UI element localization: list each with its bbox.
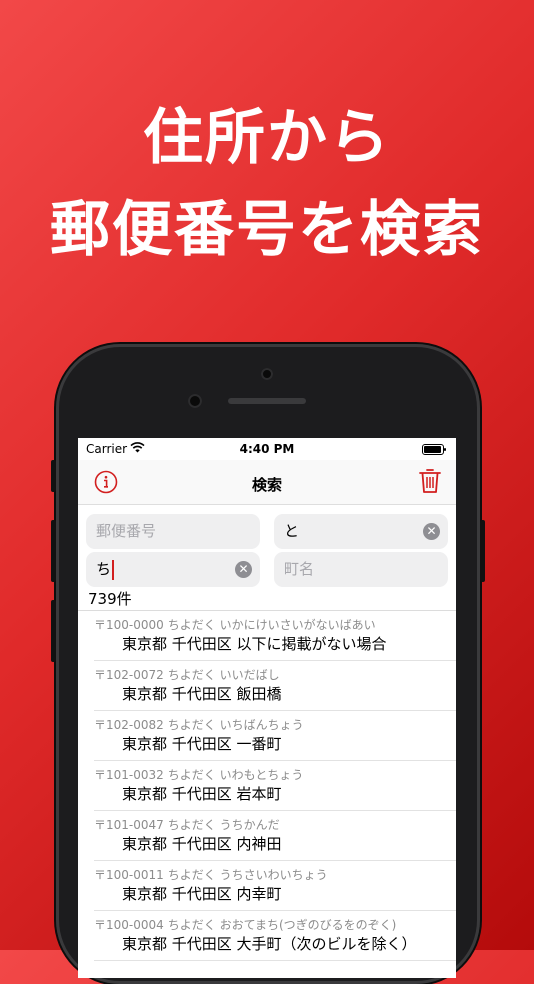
side-button-mute: [51, 460, 56, 492]
list-item[interactable]: 〒100-0000 ちよだく いかにけいさいがないばあい 東京都 千代田区 以下に…: [94, 611, 456, 661]
list-item[interactable]: 〒100-0004 ちよだく おおてまち(つぎのびるをのぞく) 東京都 千代田区 …: [94, 911, 456, 961]
town-placeholder: 町名: [284, 560, 315, 578]
list-item[interactable]: 〒102-0082 ちよだく いちばんちょう 東京都 千代田区 一番町: [94, 711, 456, 761]
address: 東京都 千代田区 岩本町: [122, 785, 282, 803]
address-kana: ちよだく うちさいわいちょう: [167, 868, 328, 882]
address: 東京都 千代田区 以下に掲載がない場合: [122, 635, 387, 653]
city-field[interactable]: ち ✕: [86, 552, 260, 587]
front-camera-icon: [261, 368, 273, 380]
sensor-icon: [188, 394, 202, 408]
side-button-volume-up: [51, 520, 56, 582]
address: 東京都 千代田区 一番町: [122, 735, 282, 753]
address: 東京都 千代田区 飯田橋: [122, 685, 282, 703]
address-kana: ちよだく うちかんだ: [167, 818, 280, 832]
zip-code: 〒102-0082: [94, 718, 164, 732]
results-list: 〒100-0000 ちよだく いかにけいさいがないばあい 東京都 千代田区 以下に…: [78, 610, 456, 961]
list-item[interactable]: 〒101-0047 ちよだく うちかんだ 東京都 千代田区 内神田: [94, 811, 456, 861]
headline-line-2: 郵便番号を検索: [50, 195, 484, 265]
earpiece-speaker: [228, 398, 306, 404]
address: 東京都 千代田区 内神田: [122, 835, 282, 853]
address-kana: ちよだく いかにけいさいがないばあい: [167, 618, 376, 632]
address-kana: ちよだく いちばんちょう: [167, 718, 304, 732]
clear-city-icon[interactable]: ✕: [235, 561, 252, 578]
clear-prefecture-icon[interactable]: ✕: [423, 523, 440, 540]
prefecture-field[interactable]: と ✕: [274, 514, 448, 549]
delete-button[interactable]: [418, 467, 442, 495]
status-time: 4:40 PM: [239, 442, 295, 456]
address-kana: ちよだく いいだばし: [167, 668, 280, 682]
side-button-power: [480, 520, 485, 582]
page-title: 検索: [251, 476, 282, 494]
status-bar: Carrier 4:40 PM: [78, 438, 456, 460]
zip-code: 〒100-0000: [94, 618, 164, 632]
zip-code-placeholder: 郵便番号: [96, 522, 157, 540]
navigation-bar: 検索: [78, 460, 456, 505]
result-count: 739件: [88, 590, 132, 608]
address: 東京都 千代田区 大手町（次のビルを除く）: [122, 935, 417, 953]
address-kana: ちよだく おおてまち(つぎのびるをのぞく): [167, 918, 397, 932]
zip-code: 〒101-0032: [94, 768, 164, 782]
address-kana: ちよだく いわもとちょう: [167, 768, 304, 782]
list-item[interactable]: 〒102-0072 ちよだく いいだばし 東京都 千代田区 飯田橋: [94, 661, 456, 711]
phone-frame: Carrier 4:40 PM 検索 郵便番号 と ✕ ち ✕ 町名 739件 …: [51, 344, 485, 984]
headline-line-1: 住所から: [143, 103, 391, 173]
zip-code: 〒100-0004: [94, 918, 164, 932]
trash-icon: [419, 469, 441, 493]
zip-code: 〒102-0072: [94, 668, 164, 682]
list-item[interactable]: 〒100-0011 ちよだく うちさいわいちょう 東京都 千代田区 内幸町: [94, 861, 456, 911]
town-field[interactable]: 町名: [274, 552, 448, 587]
battery-icon: [422, 444, 446, 455]
list-item[interactable]: 〒101-0032 ちよだく いわもとちょう 東京都 千代田区 岩本町: [94, 761, 456, 811]
prefecture-value: と: [284, 522, 300, 540]
promo-headline: 住所から 郵便番号を検索: [0, 92, 534, 276]
zip-code-field[interactable]: 郵便番号: [86, 514, 260, 549]
zip-code: 〒101-0047: [94, 818, 164, 832]
city-value: ち: [96, 560, 112, 578]
text-cursor: [112, 559, 115, 580]
address: 東京都 千代田区 内幸町: [122, 885, 282, 903]
app-screen: Carrier 4:40 PM 検索 郵便番号 と ✕ ち ✕ 町名 739件 …: [78, 438, 456, 978]
zip-code: 〒100-0011: [94, 868, 164, 882]
side-button-volume-down: [51, 600, 56, 662]
